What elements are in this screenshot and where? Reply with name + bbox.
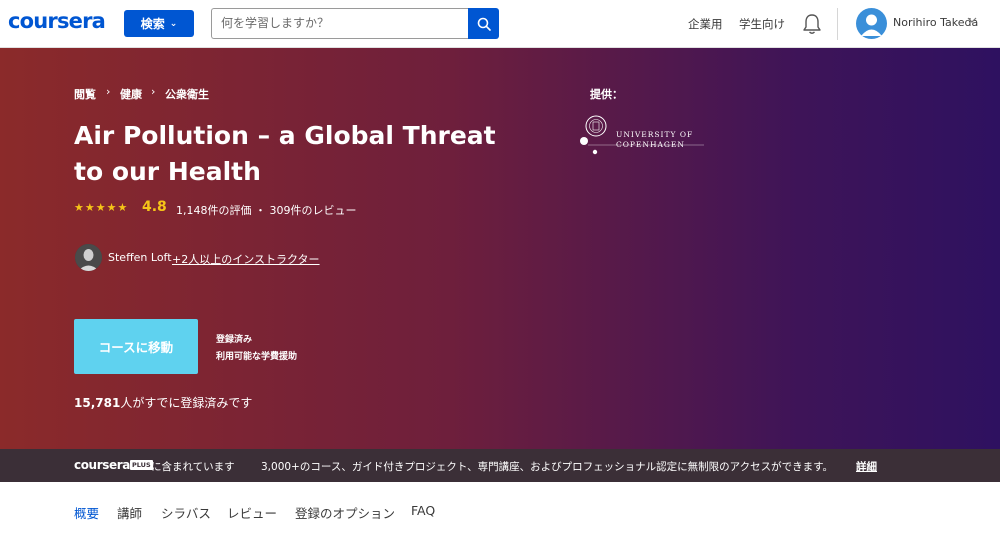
enrollment-count-suffix: 人がすでに登録済みです — [120, 396, 253, 410]
plus-badge: PLUS — [130, 460, 153, 470]
explore-dropdown-button[interactable]: 検索 ⌄ — [124, 10, 194, 37]
nav-students-link[interactable]: 学生向け — [739, 16, 785, 32]
rating-value: 4.8 — [142, 199, 167, 215]
more-instructors-link[interactable]: +2人以上のインストラクター — [172, 251, 320, 267]
nav-enterprise-link[interactable]: 企業用 — [688, 16, 723, 32]
course-hero-banner: 閲覧 › 健康 › 公衆衛生 Air Pollution – a Global … — [0, 48, 1000, 449]
breadcrumb-separator: › — [106, 85, 111, 98]
university-name-line2: COPENHAGEN — [616, 140, 685, 149]
top-navigation-bar: coursera 検索 ⌄ 何を学習しますか？ 企業用 学生向け Norihir… — [0, 0, 1000, 48]
rating-count: 1,148件の評価 ・ 309件のレビュー — [176, 204, 357, 217]
tab-reviews[interactable]: レビュー — [227, 503, 277, 522]
breadcrumb-health[interactable]: 健康 — [120, 86, 142, 102]
enrollment-count: 15,781人がすでに登録済みです — [74, 394, 252, 411]
search-input[interactable]: 何を学習しますか？ — [211, 8, 469, 39]
user-avatar[interactable] — [856, 8, 887, 39]
chevron-down-icon: ⌄ — [169, 18, 178, 29]
plus-description: 3,000+のコース、ガイド付きプロジェクト、専門講座、およびプロフェッショナル… — [261, 461, 834, 473]
offered-by-label: 提供： — [590, 88, 623, 101]
go-to-course-button[interactable]: コースに移動 — [74, 319, 198, 374]
instructor-name[interactable]: Steffen Loft — [108, 251, 172, 264]
search-submit-button[interactable] — [468, 8, 499, 39]
university-name-line1: UNIVERSITY OF — [616, 130, 694, 139]
instructor-photo-icon — [75, 244, 102, 271]
tab-enrollment-options[interactable]: 登録のオプション — [295, 503, 395, 522]
tab-syllabus[interactable]: シラバス — [161, 503, 211, 522]
breadcrumb-browse[interactable]: 閲覧 — [74, 86, 96, 102]
search-icon — [477, 17, 491, 31]
breadcrumb-public-health[interactable]: 公衆衛生 — [165, 86, 209, 102]
tab-overview[interactable]: 概要 — [74, 503, 99, 522]
chevron-down-icon[interactable] — [967, 15, 977, 25]
plus-included-text: に含まれています — [151, 461, 235, 473]
plus-learn-more-link[interactable]: 詳細 — [856, 459, 877, 474]
coursera-plus-banner: coursera PLUS に含まれています 3,000+のコース、ガイド付きプ… — [0, 449, 1000, 482]
coursera-logo[interactable]: coursera — [8, 9, 106, 33]
financial-aid-link[interactable]: 利用可能な学費援助 — [216, 349, 297, 362]
enrolled-status: 登録済み — [216, 335, 253, 345]
enrollment-count-number: 15,781 — [74, 396, 121, 410]
username-label[interactable]: Norihiro Takeda — [893, 16, 978, 29]
star-rating-icons: ★★★★★ — [74, 201, 129, 214]
tab-instructors[interactable]: 講師 — [117, 503, 142, 522]
university-name[interactable]: UNIVERSITY OF COPENHAGEN — [616, 130, 693, 150]
explore-button-label: 検索 — [140, 17, 165, 31]
bell-icon[interactable] — [801, 12, 823, 36]
tab-faq[interactable]: FAQ — [411, 503, 435, 518]
course-title: Air Pollution – a Global Threat to our H… — [74, 121, 496, 186]
coursera-plus-logo: coursera — [74, 458, 130, 472]
instructor-avatar — [75, 244, 102, 271]
header-divider — [837, 8, 838, 40]
breadcrumb-separator: › — [151, 85, 156, 98]
user-icon — [861, 14, 882, 36]
